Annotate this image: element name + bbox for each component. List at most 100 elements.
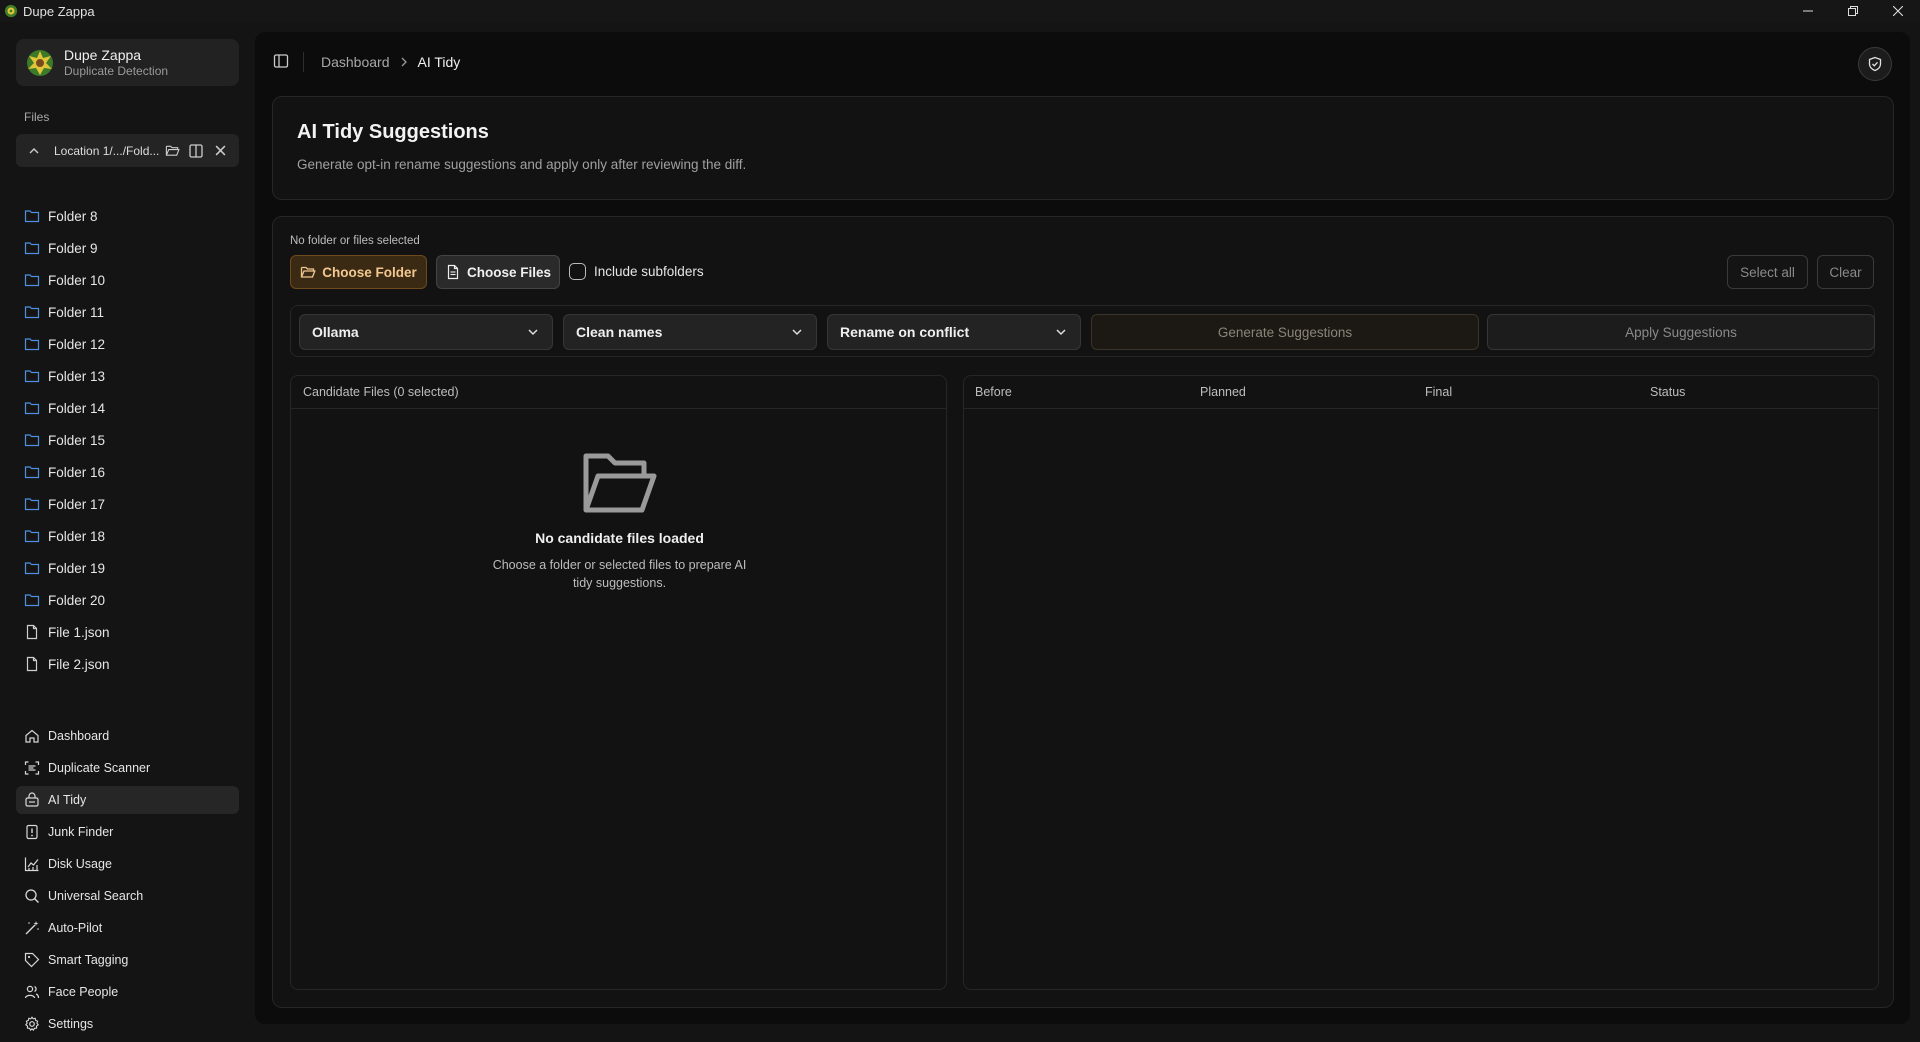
tree-item-label: Folder 17 xyxy=(48,496,106,512)
nav-item-junk-finder[interactable]: Junk Finder xyxy=(16,818,239,846)
minimize-button[interactable] xyxy=(1785,0,1830,22)
junk-icon xyxy=(24,824,40,840)
candidate-files-header: Candidate Files (0 selected) xyxy=(291,376,946,409)
tree-item-label: Folder 16 xyxy=(48,464,106,480)
breadcrumb-current: AI Tidy xyxy=(417,54,461,70)
restore-icon xyxy=(1847,6,1858,16)
tidy-controls: Ollama Clean names Rename on conflict Ge… xyxy=(290,305,1875,357)
chevron-down-icon xyxy=(528,329,538,336)
nav-item-label: Smart Tagging xyxy=(48,953,129,967)
nav-item-label: AI Tidy xyxy=(48,793,87,807)
tree-folder-item[interactable]: Folder 8 xyxy=(16,200,239,232)
tree-folder-item[interactable]: Folder 14 xyxy=(16,392,239,424)
folder-open-icon xyxy=(165,145,180,156)
home-icon xyxy=(24,728,40,744)
file-icon xyxy=(24,624,40,640)
minimize-icon xyxy=(1802,10,1813,12)
tree-folder-item[interactable]: Folder 20 xyxy=(16,584,239,616)
location-bar: Location 1/.../Fold... xyxy=(16,134,239,167)
tree-item-label: File 2.json xyxy=(48,656,110,672)
tree-folder-item[interactable]: Folder 9 xyxy=(16,232,239,264)
nav-item-duplicate-scanner[interactable]: Duplicate Scanner xyxy=(16,754,239,782)
nav-item-label: Face People xyxy=(48,985,119,999)
protection-button[interactable] xyxy=(1858,47,1892,81)
window-controls xyxy=(1785,0,1920,22)
choose-folder-label: Choose Folder xyxy=(322,264,417,280)
conflict-select[interactable]: Rename on conflict xyxy=(827,314,1081,350)
tree-item-label: Folder 20 xyxy=(48,592,106,608)
column-before: Before xyxy=(975,385,1012,399)
chevron-down-icon xyxy=(1056,329,1066,336)
nav-item-face-people[interactable]: Face People xyxy=(16,978,239,1006)
nav-item-dashboard[interactable]: Dashboard xyxy=(16,722,239,750)
tree-item-label: Folder 12 xyxy=(48,336,106,352)
apply-suggestions-button[interactable]: Apply Suggestions xyxy=(1487,314,1875,350)
mode-select[interactable]: Clean names xyxy=(563,314,817,350)
folder-icon xyxy=(24,400,40,416)
tidy-workspace: No folder or files selected Choose Folde… xyxy=(272,216,1894,1008)
window-title: Dupe Zappa xyxy=(23,3,95,19)
page-description: Generate opt-in rename suggestions and a… xyxy=(297,157,747,172)
choose-folder-button[interactable]: Choose Folder xyxy=(290,255,427,289)
nav-item-label: Disk Usage xyxy=(48,857,112,871)
tree-file-item[interactable]: File 2.json xyxy=(16,648,239,680)
brand-subtitle: Duplicate Detection xyxy=(64,64,169,78)
gear-icon xyxy=(24,1016,40,1032)
tree-item-label: Folder 10 xyxy=(48,272,106,288)
folder-icon xyxy=(24,240,40,256)
nav-item-auto-pilot[interactable]: Auto-Pilot xyxy=(16,914,239,942)
close-window-button[interactable] xyxy=(1875,0,1920,22)
main-content: Dashboard AI Tidy AI Tidy Suggestions Ge… xyxy=(255,32,1910,1024)
restore-button[interactable] xyxy=(1830,0,1875,22)
folder-open-icon xyxy=(301,266,316,278)
tree-folder-item[interactable]: Folder 11 xyxy=(16,296,239,328)
provider-select[interactable]: Ollama xyxy=(299,314,553,350)
folder-icon xyxy=(24,432,40,448)
tree-folder-item[interactable]: Folder 10 xyxy=(16,264,239,296)
open-folder-button[interactable] xyxy=(160,139,184,163)
folder-icon xyxy=(24,208,40,224)
tree-folder-item[interactable]: Folder 12 xyxy=(16,328,239,360)
nav-item-ai-tidy[interactable]: AI Tidy xyxy=(16,786,239,814)
nav-item-label: Junk Finder xyxy=(48,825,114,839)
empty-state: No candidate files loaded Choose a folde… xyxy=(291,448,948,592)
suggestions-table: Before Planned Final Status xyxy=(963,375,1879,990)
tree-item-label: Folder 15 xyxy=(48,432,106,448)
tree-folder-item[interactable]: Folder 19 xyxy=(16,552,239,584)
nav-item-universal-search[interactable]: Universal Search xyxy=(16,882,239,910)
tree-folder-item[interactable]: Folder 16 xyxy=(16,456,239,488)
tree-item-label: File 1.json xyxy=(48,624,110,640)
folder-open-icon xyxy=(583,453,656,513)
choose-files-label: Choose Files xyxy=(466,264,552,280)
nav-item-disk-usage[interactable]: Disk Usage xyxy=(16,850,239,878)
tidy-icon xyxy=(24,792,40,808)
tree-item-label: Folder 11 xyxy=(48,304,105,320)
include-subfolders-checkbox[interactable] xyxy=(569,263,586,280)
brand-card[interactable]: Dupe Zappa Duplicate Detection xyxy=(16,39,239,86)
toggle-sidebar-button[interactable] xyxy=(273,53,291,71)
tree-file-item[interactable]: File 1.json xyxy=(16,616,239,648)
generate-suggestions-button[interactable]: Generate Suggestions xyxy=(1091,314,1479,350)
page-title: AI Tidy Suggestions xyxy=(297,121,489,143)
folder-icon xyxy=(24,528,40,544)
chevron-right-icon xyxy=(400,57,408,67)
tree-folder-item[interactable]: Folder 18 xyxy=(16,520,239,552)
table-header: Before Planned Final Status xyxy=(964,376,1878,409)
select-all-button[interactable]: Select all xyxy=(1727,255,1808,289)
split-view-button[interactable] xyxy=(184,139,208,163)
conflict-value: Rename on conflict xyxy=(840,324,970,340)
clear-button[interactable]: Clear xyxy=(1817,255,1874,289)
nav-item-smart-tagging[interactable]: Smart Tagging xyxy=(16,946,239,974)
collapse-location-button[interactable] xyxy=(22,139,46,163)
tree-folder-item[interactable]: Folder 17 xyxy=(16,488,239,520)
choose-files-button[interactable]: Choose Files xyxy=(436,255,560,289)
tree-folder-item[interactable]: Folder 13 xyxy=(16,360,239,392)
divider xyxy=(303,52,304,72)
tree-folder-item[interactable]: Folder 15 xyxy=(16,424,239,456)
nav-item-settings[interactable]: Settings xyxy=(16,1010,239,1038)
breadcrumb-dashboard[interactable]: Dashboard xyxy=(321,54,390,70)
include-subfolders-toggle[interactable]: Include subfolders xyxy=(569,263,704,280)
close-location-button[interactable] xyxy=(208,139,232,163)
wand-icon xyxy=(24,920,40,936)
folder-icon xyxy=(24,592,40,608)
